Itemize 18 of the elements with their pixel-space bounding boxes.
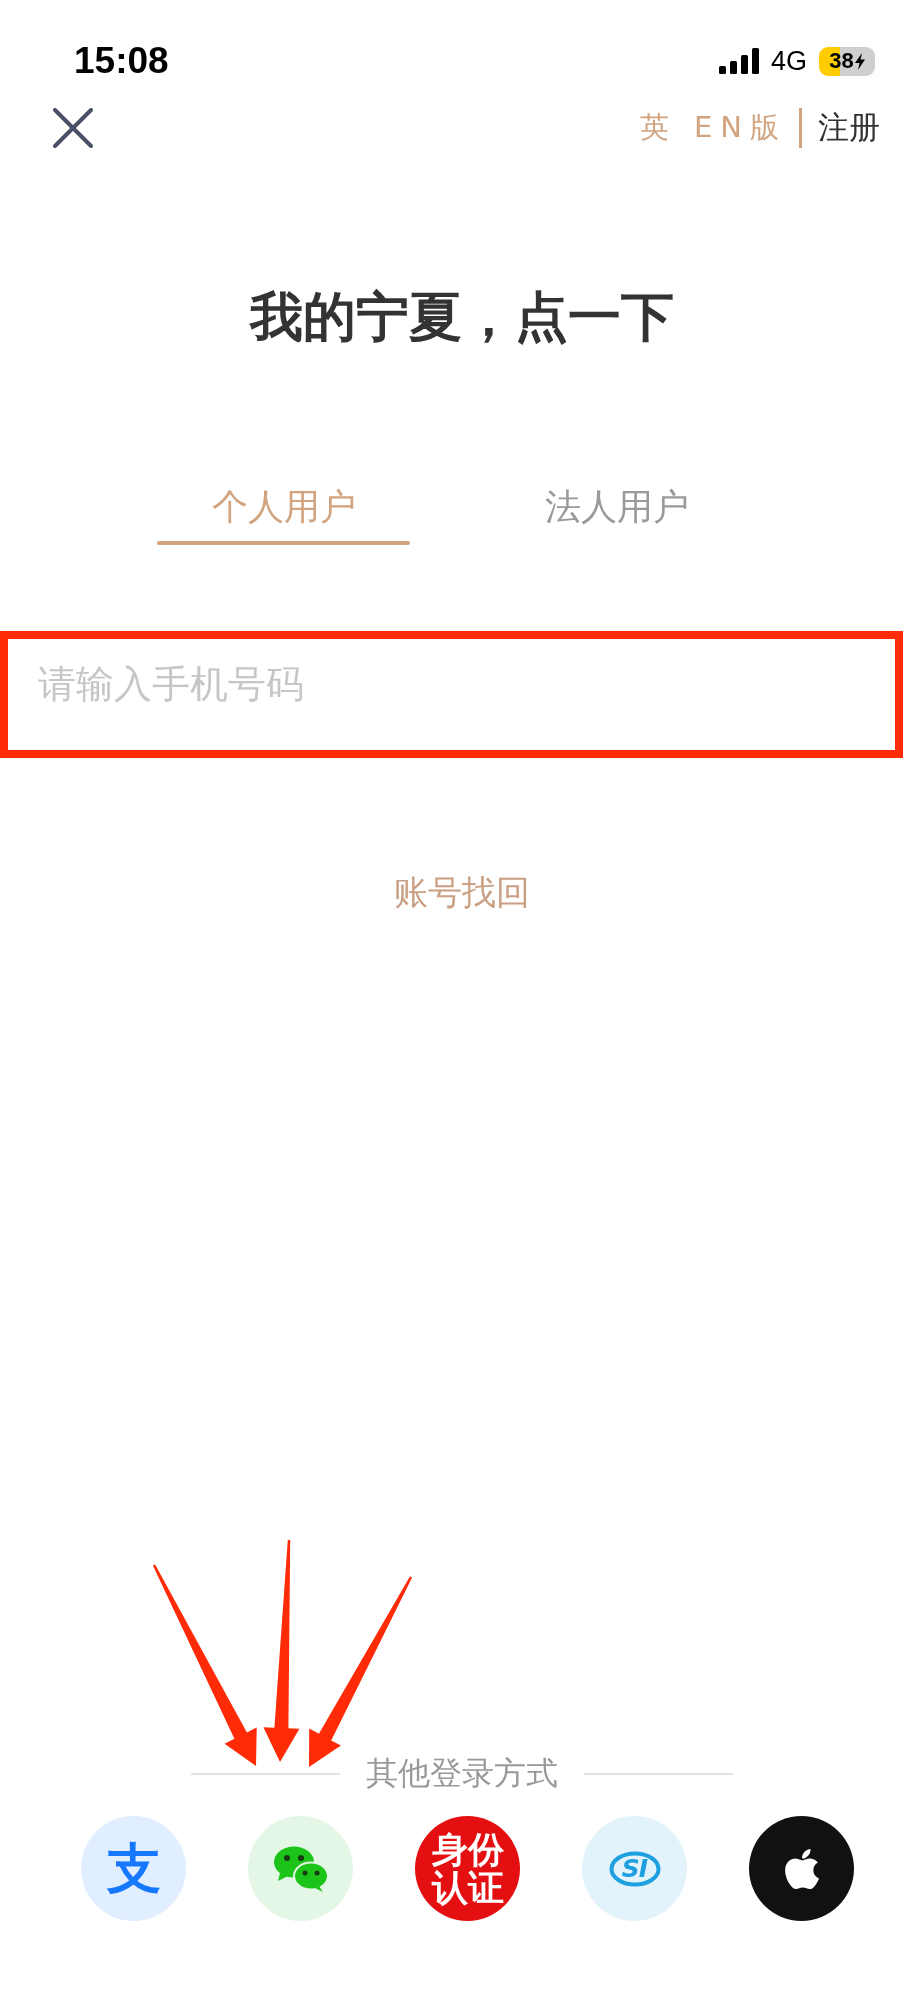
login-option-button[interactable]: SI [582, 1816, 687, 1921]
phone-input-field[interactable]: 请输入手机号码 [0, 631, 903, 758]
page-title: 我的宁夏，点一下 [248, 287, 675, 347]
chat-bubbles-icon [272, 1845, 329, 1892]
signal-icon [718, 48, 759, 74]
status-time: 15:08 [74, 40, 169, 82]
login-option-button[interactable]: 支 [81, 1816, 186, 1921]
language-switch-link[interactable]: 英 EN版 [639, 108, 787, 148]
other-login-label: 其他登录方式 [366, 1753, 558, 1794]
login-option-button[interactable]: 身份认证 [415, 1816, 520, 1921]
register-link[interactable]: 注册 [818, 107, 880, 149]
ring-icon [609, 1851, 661, 1887]
network-type: 4G [770, 45, 807, 77]
tab[interactable]: 个人用户 [157, 487, 410, 545]
close-button[interactable] [50, 105, 96, 151]
account-recovery-link[interactable]: 账号找回 [394, 872, 530, 912]
close-icon [53, 108, 93, 148]
tab[interactable]: 法人用户 [490, 487, 743, 545]
